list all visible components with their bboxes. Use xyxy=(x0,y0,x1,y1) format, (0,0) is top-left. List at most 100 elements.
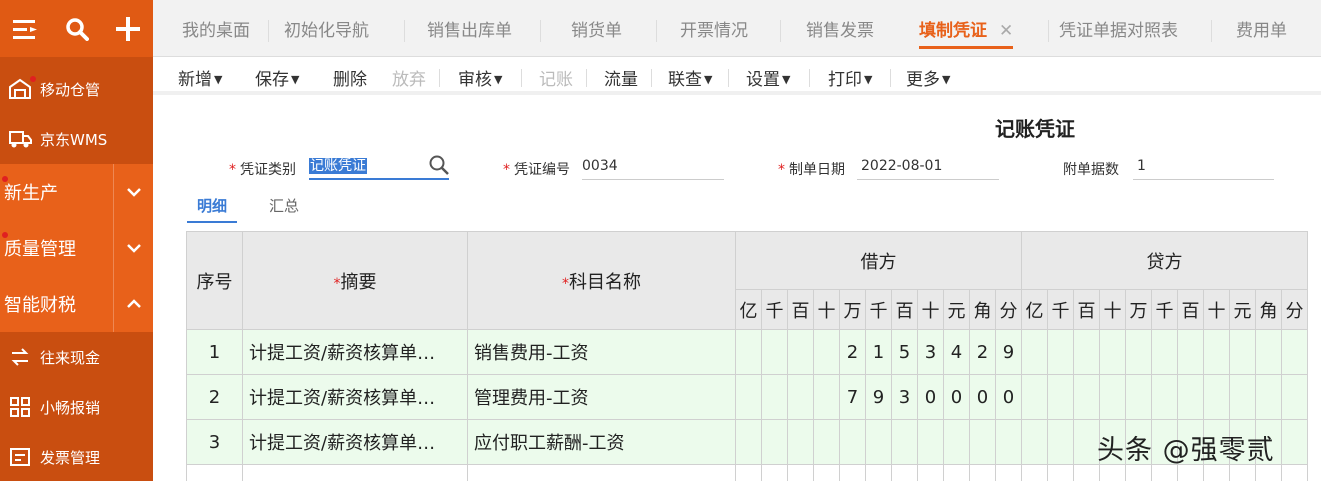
empty-cell[interactable] xyxy=(761,464,788,481)
empty-cell[interactable] xyxy=(969,464,996,481)
debit-digit-cell[interactable] xyxy=(995,419,1022,465)
tab-summary[interactable]: 汇总 xyxy=(269,195,299,216)
settings-button[interactable]: 设置 ▼ xyxy=(746,65,790,90)
audit-button[interactable]: 审核 ▼ xyxy=(458,65,502,90)
search-icon[interactable] xyxy=(428,154,450,180)
row-summary-cell[interactable]: 计提工资/薪资核算单… xyxy=(242,374,468,420)
row-seq-cell[interactable]: 3 xyxy=(186,419,243,465)
empty-cell[interactable] xyxy=(839,464,866,481)
row-seq-cell[interactable]: 1 xyxy=(186,329,243,375)
debit-digit-cell[interactable] xyxy=(761,329,788,375)
debit-digit-cell[interactable] xyxy=(735,419,762,465)
empty-cell[interactable] xyxy=(787,464,814,481)
row-summary-cell[interactable]: 计提工资/薪资核算单… xyxy=(242,419,468,465)
credit-digit-cell[interactable] xyxy=(1255,374,1282,420)
empty-cell[interactable] xyxy=(467,464,736,481)
debit-digit-cell[interactable]: 0 xyxy=(969,374,996,420)
sidebar-item-cash[interactable]: 往来现金 xyxy=(0,332,153,382)
tab-invoice-status[interactable]: 开票情况 xyxy=(680,0,748,57)
empty-cell[interactable] xyxy=(865,464,892,481)
sidebar-group-new-production[interactable]: 新生产 xyxy=(0,164,153,220)
debit-digit-cell[interactable] xyxy=(813,329,840,375)
debit-digit-cell[interactable] xyxy=(813,374,840,420)
tab-fill-voucher[interactable]: 填制凭证 ✕ xyxy=(919,0,1014,49)
tab-expense[interactable]: 费用单 xyxy=(1236,0,1287,57)
empty-cell[interactable] xyxy=(735,464,762,481)
empty-cell[interactable] xyxy=(917,464,944,481)
credit-digit-cell[interactable] xyxy=(1281,374,1308,420)
tab-detail[interactable]: 明细 xyxy=(187,195,238,223)
credit-digit-cell[interactable] xyxy=(1099,374,1126,420)
empty-cell[interactable] xyxy=(891,464,918,481)
credit-digit-cell[interactable] xyxy=(1125,329,1152,375)
credit-digit-cell[interactable] xyxy=(1073,329,1100,375)
debit-digit-cell[interactable] xyxy=(761,374,788,420)
row-account-cell[interactable]: 销售费用-工资 xyxy=(467,329,736,375)
debit-digit-cell[interactable]: 0 xyxy=(943,374,970,420)
credit-digit-cell[interactable] xyxy=(1229,374,1256,420)
empty-cell[interactable] xyxy=(995,464,1022,481)
row-seq-cell[interactable]: 2 xyxy=(186,374,243,420)
empty-cell[interactable] xyxy=(943,464,970,481)
debit-digit-cell[interactable] xyxy=(761,419,788,465)
tab-init-guide[interactable]: 初始化导航 xyxy=(284,0,369,57)
credit-digit-cell[interactable] xyxy=(1151,329,1178,375)
debit-digit-cell[interactable] xyxy=(865,419,892,465)
table-row[interactable]: 2 计提工资/薪资核算单… 管理费用-工资 7 9 3 0 0 0 0 xyxy=(186,374,1308,420)
tab-sales-invoice[interactable]: 销售发票 xyxy=(806,0,874,57)
more-button[interactable]: 更多 ▼ xyxy=(906,65,950,90)
debit-digit-cell[interactable] xyxy=(735,374,762,420)
empty-cell[interactable] xyxy=(1073,464,1100,481)
chevron-down-icon[interactable] xyxy=(113,220,153,276)
credit-digit-cell[interactable] xyxy=(1177,374,1204,420)
sidebar-item-reimburse[interactable]: 小畅报销 xyxy=(0,382,153,432)
debit-digit-cell[interactable] xyxy=(735,329,762,375)
credit-digit-cell[interactable] xyxy=(1047,374,1074,420)
debit-digit-cell[interactable]: 2 xyxy=(839,329,866,375)
sidebar-group-smart-finance[interactable]: 智能财税 xyxy=(0,276,153,332)
debit-digit-cell[interactable]: 3 xyxy=(891,374,918,420)
voucher-number-input[interactable]: 0034 xyxy=(582,156,724,180)
chevron-down-icon[interactable] xyxy=(113,164,153,220)
flow-button[interactable]: 流量 xyxy=(604,65,638,90)
credit-digit-cell[interactable] xyxy=(1177,329,1204,375)
discard-button[interactable]: 放弃 xyxy=(392,65,426,90)
query-button[interactable]: 联查 ▼ xyxy=(668,65,712,90)
credit-digit-cell[interactable] xyxy=(1229,329,1256,375)
debit-digit-cell[interactable]: 2 xyxy=(969,329,996,375)
credit-digit-cell[interactable] xyxy=(1203,329,1230,375)
debit-digit-cell[interactable]: 9 xyxy=(995,329,1022,375)
empty-cell[interactable] xyxy=(813,464,840,481)
table-row[interactable]: 1 计提工资/薪资核算单… 销售费用-工资 2 1 5 3 4 2 9 xyxy=(186,329,1308,375)
chevron-up-icon[interactable] xyxy=(113,276,153,332)
credit-digit-cell[interactable] xyxy=(1021,419,1048,465)
empty-cell[interactable] xyxy=(186,464,243,481)
attachment-input[interactable]: 1 xyxy=(1133,156,1274,180)
debit-digit-cell[interactable]: 5 xyxy=(891,329,918,375)
debit-digit-cell[interactable]: 1 xyxy=(865,329,892,375)
tab-voucher-reference[interactable]: 凭证单据对照表 xyxy=(1059,0,1178,57)
debit-digit-cell[interactable] xyxy=(787,419,814,465)
date-input[interactable]: 2022-08-01 xyxy=(857,156,999,180)
menu-icon[interactable] xyxy=(0,0,51,57)
print-button[interactable]: 打印 ▼ xyxy=(828,65,872,90)
row-account-cell[interactable]: 管理费用-工资 xyxy=(467,374,736,420)
empty-cell[interactable] xyxy=(1281,464,1308,481)
sidebar-item-mobile-warehouse[interactable]: 移动仓管 xyxy=(0,64,153,114)
empty-cell[interactable] xyxy=(1047,464,1074,481)
empty-cell[interactable] xyxy=(1021,464,1048,481)
credit-digit-cell[interactable] xyxy=(1073,374,1100,420)
debit-digit-cell[interactable]: 0 xyxy=(995,374,1022,420)
debit-digit-cell[interactable]: 0 xyxy=(917,374,944,420)
credit-digit-cell[interactable] xyxy=(1021,374,1048,420)
debit-digit-cell[interactable] xyxy=(969,419,996,465)
debit-digit-cell[interactable]: 3 xyxy=(917,329,944,375)
save-button[interactable]: 保存 ▼ xyxy=(255,65,299,90)
sidebar-item-invoice[interactable]: 发票管理 xyxy=(0,432,153,481)
tab-sales-order[interactable]: 销货单 xyxy=(571,0,622,57)
search-icon[interactable] xyxy=(51,0,102,57)
debit-digit-cell[interactable]: 4 xyxy=(943,329,970,375)
credit-digit-cell[interactable] xyxy=(1047,419,1074,465)
row-account-cell[interactable]: 应付职工薪酬-工资 xyxy=(467,419,736,465)
credit-digit-cell[interactable] xyxy=(1151,374,1178,420)
